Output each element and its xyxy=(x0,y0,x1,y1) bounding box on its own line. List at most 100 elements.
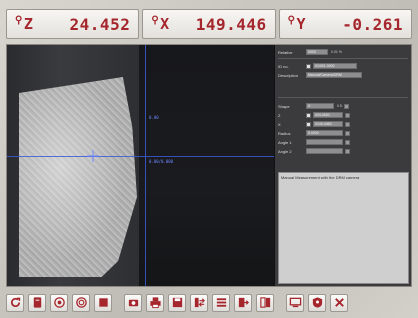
export-icon xyxy=(238,297,249,308)
camera-label-a: 0.00 xyxy=(149,115,159,120)
print-icon xyxy=(149,297,161,309)
export-button[interactable] xyxy=(234,293,252,312)
description-row: Description Manual/Camera/DRM xyxy=(278,72,362,78)
transfer-button[interactable] xyxy=(190,293,208,312)
close-icon xyxy=(334,298,344,307)
description-label: Description xyxy=(278,72,299,78)
angle1-label: Angle 1 xyxy=(278,139,292,145)
axis-icon: ⚲ xyxy=(15,15,23,26)
shape-button[interactable] xyxy=(343,103,349,109)
z-button[interactable] xyxy=(345,112,350,118)
print-button[interactable] xyxy=(146,293,164,312)
dro-x-axis-label: X xyxy=(160,15,170,33)
dro-bar: ⚲Z 24.452 ⚲X 149.446 ⚲Y -0.261 xyxy=(6,9,412,39)
record-icon xyxy=(312,297,322,308)
z-label: Z xyxy=(278,112,281,118)
split-button[interactable] xyxy=(256,293,274,312)
save-icon xyxy=(172,297,182,308)
dro-y-axis-label: Y xyxy=(296,15,307,33)
angle1-button[interactable] xyxy=(345,139,350,145)
list-button[interactable] xyxy=(212,293,230,312)
dro-z: ⚲Z 24.452 xyxy=(6,9,140,39)
workpiece-image xyxy=(19,77,137,277)
dro-x: ⚲X 149.446 xyxy=(142,9,276,39)
shape-unit: 0.5 xyxy=(337,104,342,108)
crosshair-horizontal xyxy=(7,156,274,157)
radius-field[interactable]: 0.0000 xyxy=(306,130,343,136)
transfer-icon xyxy=(194,297,205,308)
id-field[interactable]: 01/001 0002 xyxy=(313,63,357,69)
angle2-label: Angle 2 xyxy=(278,148,292,154)
x-row: X 0149.4460 xyxy=(278,121,350,127)
tolerance-label: Relative xyxy=(278,49,293,55)
save-button[interactable] xyxy=(168,293,186,312)
dro-z-value: 24.452 xyxy=(69,14,131,34)
z-checkbox[interactable] xyxy=(306,112,311,118)
screen-icon xyxy=(289,297,301,308)
dro-y-axis: ⚲Y xyxy=(288,15,306,33)
message-text: Manual Measurement with the DRM camera xyxy=(281,175,360,180)
shape-select[interactable]: X xyxy=(306,103,334,109)
bottom-toolbar xyxy=(6,292,412,313)
target-alt-icon xyxy=(75,297,87,308)
refresh-icon xyxy=(10,297,20,307)
dro-y: ⚲Y -0.261 xyxy=(278,9,412,39)
dro-y-value: -0.261 xyxy=(342,14,403,34)
x-label: X xyxy=(278,121,281,127)
z-field[interactable]: 024.4520 xyxy=(313,112,343,118)
camera-view[interactable]: 0.00 0.00/0.000 xyxy=(7,45,274,286)
id-label: ID no. xyxy=(278,63,289,69)
camera-button[interactable] xyxy=(124,293,142,312)
list-icon xyxy=(216,298,226,307)
divider xyxy=(278,97,408,98)
screen-button[interactable] xyxy=(286,293,304,312)
axis-icon: ⚲ xyxy=(151,15,160,26)
angle2-field[interactable] xyxy=(306,148,343,154)
x-checkbox[interactable] xyxy=(306,121,311,127)
angle1-field[interactable] xyxy=(306,139,343,145)
record-button[interactable] xyxy=(308,293,326,312)
tolerance-row: Relative 0000 0.01 % xyxy=(278,49,342,55)
crosshair-marker-icon xyxy=(87,150,99,162)
split-icon xyxy=(259,297,270,308)
tolerance-field[interactable]: 0000 xyxy=(306,49,328,55)
tolerance-unit: 0.01 % xyxy=(331,50,342,54)
angle1-row: Angle 1 xyxy=(278,139,350,145)
camera-label-b: 0.00/0.000 xyxy=(149,159,174,164)
shape-label: Shape xyxy=(278,103,290,109)
new-document-button[interactable] xyxy=(28,293,46,312)
close-button[interactable] xyxy=(330,293,348,312)
document-icon xyxy=(33,297,41,308)
dro-z-axis-label: Z xyxy=(23,15,34,33)
radius-row: Radius 0.0000 xyxy=(278,130,350,136)
target-icon xyxy=(53,297,65,308)
angle2-button[interactable] xyxy=(345,148,350,154)
id-row: ID no. 01/001 0002 xyxy=(278,63,357,69)
divider xyxy=(278,58,408,59)
measurement-panel: Relative 0000 0.01 % ID no. 01/001 0002 … xyxy=(275,45,411,286)
dro-x-axis: ⚲X xyxy=(151,15,169,33)
z-row: Z 024.4520 xyxy=(278,112,350,118)
axis-icon: ⚲ xyxy=(287,15,296,26)
crosshair-vertical xyxy=(145,45,146,286)
x-field[interactable]: 0149.4460 xyxy=(313,121,343,127)
x-button[interactable] xyxy=(345,121,350,127)
stop-icon xyxy=(98,298,108,307)
dro-x-value: 149.446 xyxy=(195,14,267,34)
message-box: Manual Measurement with the DRM camera xyxy=(278,172,409,284)
description-field[interactable]: Manual/Camera/DRM xyxy=(306,72,362,78)
camera-background-right xyxy=(139,45,274,286)
angle2-row: Angle 2 xyxy=(278,148,350,154)
main-area: 0.00 0.00/0.000 Relative 0000 0.01 % ID … xyxy=(6,44,412,287)
shape-row: Shape X 0.5 xyxy=(278,103,349,109)
dro-z-axis: ⚲Z xyxy=(15,15,33,33)
id-checkbox[interactable] xyxy=(306,63,311,69)
radius-label: Radius xyxy=(278,130,291,136)
camera-icon xyxy=(128,299,138,307)
target-alt-button[interactable] xyxy=(72,293,90,312)
app-window: ⚲Z 24.452 ⚲X 149.446 ⚲Y -0.261 0.00 0.00… xyxy=(0,0,418,318)
radius-button[interactable] xyxy=(345,130,350,136)
refresh-button[interactable] xyxy=(6,293,24,312)
stop-button[interactable] xyxy=(94,293,112,312)
target-button[interactable] xyxy=(50,293,68,312)
